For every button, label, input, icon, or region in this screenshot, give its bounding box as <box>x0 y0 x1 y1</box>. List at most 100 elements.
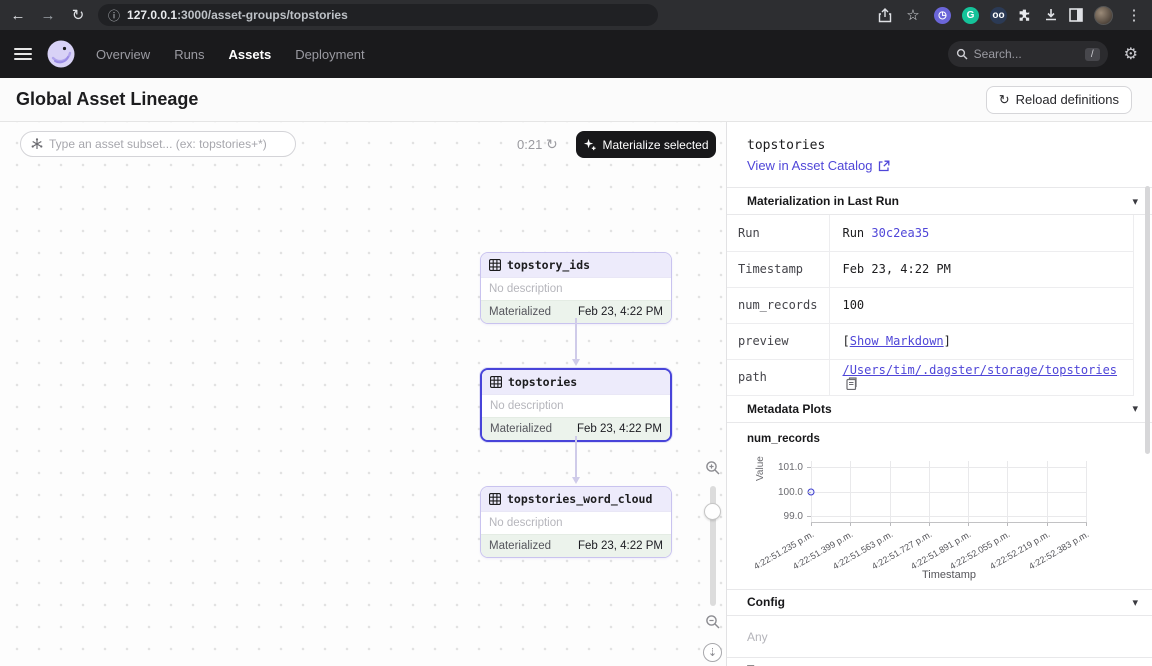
x-tick <box>929 523 930 526</box>
x-tick <box>1086 523 1087 526</box>
zoom-slider-handle[interactable] <box>704 503 721 520</box>
table-row: num_records 100 <box>727 287 1134 323</box>
gridline <box>811 467 1087 468</box>
show-markdown-link[interactable]: Show Markdown <box>850 334 944 348</box>
chevron-down-icon[interactable]: ▾ <box>1132 596 1138 609</box>
materialize-selected-button[interactable]: Materialize selected <box>576 131 716 158</box>
row-value: Feb 23, 4:22 PM <box>830 251 1134 287</box>
panel-scrollbar[interactable] <box>1145 186 1150 454</box>
refresh-now-icon[interactable]: ↻ <box>546 136 558 153</box>
search-icon <box>956 48 968 60</box>
extension-goggles-icon[interactable]: oo <box>990 7 1007 24</box>
extension-grammarly-icon[interactable]: G <box>962 7 979 24</box>
asset-node-name: topstory_ids <box>507 258 590 272</box>
recenter-view-icon[interactable]: ⇣ <box>703 643 722 662</box>
y-axis-ticks: 101.0100.099.0 <box>727 461 803 523</box>
asset-node-description: No description <box>481 511 671 534</box>
zoom-out-icon[interactable] <box>705 614 721 630</box>
asset-table-icon <box>489 259 501 271</box>
downloads-icon[interactable] <box>1044 8 1058 22</box>
address-bar[interactable]: ⓘ 127.0.0.1:3000/asset-groups/topstories <box>98 4 658 26</box>
y-tick-label: 101.0 <box>778 462 803 473</box>
search-input[interactable] <box>974 47 1064 61</box>
nav-item-assets[interactable]: Assets <box>229 47 272 62</box>
asset-filter-input[interactable] <box>49 137 269 151</box>
view-in-asset-catalog-link[interactable]: View in Asset Catalog <box>747 158 890 173</box>
gridline <box>811 492 1087 493</box>
x-tick <box>968 523 969 526</box>
path-link[interactable]: /Users/tim/.dagster/storage/topstories <box>842 363 1117 377</box>
asset-node-status: Materialized <box>489 306 551 318</box>
x-tick <box>890 523 891 526</box>
table-row: Timestamp Feb 23, 4:22 PM <box>727 251 1134 287</box>
browser-forward-icon[interactable]: → <box>38 8 58 23</box>
asset-node-timestamp: Feb 23, 4:22 PM <box>578 540 663 552</box>
zoom-in-icon[interactable] <box>705 460 721 476</box>
chevron-down-icon[interactable]: ▾ <box>1132 402 1138 415</box>
url-text: 127.0.0.1:3000/asset-groups/topstories <box>127 6 348 24</box>
plot-title: num_records <box>747 433 1152 445</box>
section-type[interactable]: Type ▾ <box>727 657 1152 666</box>
y-tick <box>807 467 811 468</box>
row-label: Timestamp <box>727 251 830 287</box>
asset-node-name: topstories <box>508 375 577 389</box>
lineage-canvas[interactable]: 0:21 ↻ Materialize selected topstory_ids… <box>0 122 726 666</box>
asset-filter[interactable] <box>20 131 296 157</box>
asset-node-name: topstories_word_cloud <box>507 492 652 506</box>
gridline <box>811 516 1087 517</box>
asset-node-status: Materialized <box>490 423 552 435</box>
asset-node-description: No description <box>482 394 670 417</box>
share-icon[interactable] <box>878 8 892 23</box>
refresh-countdown: 0:21 <box>517 137 542 152</box>
extensions-puzzle-icon[interactable] <box>1018 8 1033 23</box>
row-value: [Show Markdown] <box>830 323 1134 359</box>
browser-profile-avatar[interactable] <box>1094 6 1113 25</box>
run-id-link[interactable]: 30c2ea35 <box>871 226 929 240</box>
row-label: preview <box>727 323 830 359</box>
nav-item-runs[interactable]: Runs <box>174 47 204 62</box>
y-tick-label: 100.0 <box>778 487 803 498</box>
section-materialization-last-run[interactable]: Materialization in Last Run ▾ <box>727 188 1152 215</box>
asset-node-topstories[interactable]: topstories No description Materialized F… <box>480 368 672 442</box>
row-label: Run <box>727 215 830 251</box>
table-row: path /Users/tim/.dagster/storage/topstor… <box>727 359 1134 395</box>
asset-node-topstory-ids[interactable]: topstory_ids No description Materialized… <box>480 252 672 324</box>
browser-back-icon[interactable]: ← <box>8 8 28 23</box>
section-metadata-plots[interactable]: Metadata Plots ▾ <box>727 396 1152 423</box>
last-run-metadata-table: Run Run 30c2ea35 Timestamp Feb 23, 4:22 … <box>727 215 1134 396</box>
nav-item-overview[interactable]: Overview <box>96 47 150 62</box>
section-config[interactable]: Config ▾ <box>727 589 1152 616</box>
reload-definitions-button[interactable]: ↻ Reload definitions <box>986 86 1132 114</box>
app-navbar: Overview Runs Assets Deployment / ⚙ <box>0 30 1152 78</box>
browser-menu-icon[interactable]: ⋮ <box>1124 8 1144 23</box>
y-tick <box>807 492 811 493</box>
bookmark-star-icon[interactable]: ☆ <box>903 8 923 23</box>
table-row: Run Run 30c2ea35 <box>727 215 1134 251</box>
asset-node-topstories-word-cloud[interactable]: topstories_word_cloud No description Mat… <box>480 486 672 558</box>
plot-area <box>811 461 1087 523</box>
settings-gear-icon[interactable]: ⚙ <box>1124 44 1138 64</box>
asset-node-timestamp: Feb 23, 4:22 PM <box>577 423 662 435</box>
chevron-down-icon[interactable]: ▾ <box>1132 195 1138 208</box>
nav-item-deployment[interactable]: Deployment <box>295 47 364 62</box>
x-tick <box>1007 523 1008 526</box>
row-value: /Users/tim/.dagster/storage/topstories <box>830 359 1134 395</box>
row-value: 100 <box>830 287 1134 323</box>
browser-reload-icon[interactable]: ↻ <box>68 8 88 23</box>
row-label: path <box>727 359 830 395</box>
extension-1password-icon[interactable]: ◷ <box>934 7 951 24</box>
num-records-chart: Value 101.0100.099.0 4:22:51.235 p.m.4:2… <box>727 451 1152 589</box>
hamburger-menu-icon[interactable] <box>14 48 32 60</box>
config-value: Any <box>747 630 1152 644</box>
x-axis-ticks: 4:22:51.235 p.m.4:22:51.399 p.m.4:22:51.… <box>811 529 1087 563</box>
asset-details-panel: topstories View in Asset Catalog Materia… <box>726 122 1152 666</box>
x-tick <box>850 523 851 526</box>
copy-path-icon[interactable] <box>846 377 857 390</box>
nav-items: Overview Runs Assets Deployment <box>96 47 365 62</box>
search-shortcut-badge: / <box>1085 48 1100 61</box>
global-search[interactable]: / <box>948 41 1108 67</box>
sidebar-toggle-icon[interactable] <box>1069 8 1083 22</box>
x-tick <box>811 523 812 526</box>
site-info-icon[interactable]: ⓘ <box>108 7 120 24</box>
dagster-logo[interactable] <box>46 39 76 69</box>
